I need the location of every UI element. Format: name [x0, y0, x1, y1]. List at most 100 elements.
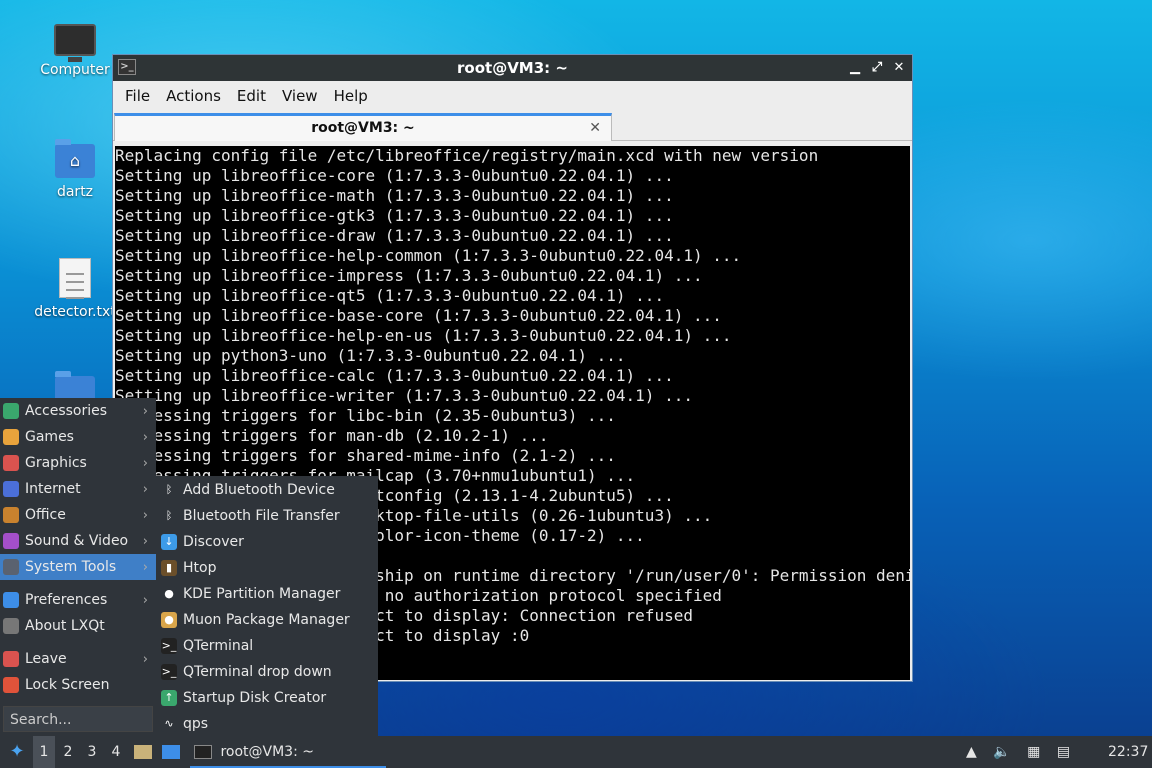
chevron-right-icon: › — [142, 507, 148, 523]
start-menu-item[interactable]: Office › — [0, 502, 156, 528]
tab-label: root@VM3: ~ — [311, 120, 415, 136]
menu-file[interactable]: File — [117, 87, 158, 105]
start-menu-item[interactable]: System Tools › — [0, 554, 156, 580]
start-menu-item[interactable]: Accessories › — [0, 398, 156, 424]
search-input[interactable]: Search... — [3, 706, 153, 732]
workspace-4[interactable]: 4 — [105, 736, 127, 768]
start-menu-item[interactable]: Games › — [0, 424, 156, 450]
tray-up-arrow-icon[interactable]: ▲ — [966, 736, 977, 768]
network-icon[interactable]: ▦ — [1027, 736, 1040, 768]
start-menu-item-label: Internet — [25, 481, 81, 497]
start-menu-item[interactable]: Internet › — [0, 476, 156, 502]
tab-terminal[interactable]: root@VM3: ~ ✕ — [114, 113, 612, 141]
sound-video-icon — [3, 533, 19, 549]
chevron-right-icon: › — [142, 533, 148, 549]
maximize-icon[interactable]: ⤢ — [870, 55, 884, 81]
desktop-icon-detector[interactable]: detector.txt — [30, 258, 120, 320]
close-icon[interactable]: ✕ — [892, 55, 906, 81]
partition-manager-icon: ● — [161, 586, 177, 602]
terminal-line: Setting up libreoffice-math (1:7.3.3-0ub… — [115, 186, 674, 205]
task-label: root@VM3: ~ — [220, 744, 314, 760]
terminal-icon: >_ — [161, 638, 177, 654]
submenu-item[interactable]: ᛒ Add Bluetooth Device — [156, 477, 378, 503]
submenu-item-label: Add Bluetooth Device — [183, 482, 335, 498]
terminal-line: Setting up libreoffice-writer (1:7.3.3-0… — [115, 386, 693, 405]
submenu-item[interactable]: ▮ Htop — [156, 555, 378, 581]
menu-help[interactable]: Help — [326, 87, 376, 105]
terminal-line: Setting up libreoffice-base-core (1:7.3.… — [115, 306, 722, 325]
submenu-item-label: qps — [183, 716, 209, 732]
preferences-icon — [3, 592, 19, 608]
show-desktop-icon[interactable] — [162, 736, 182, 768]
terminal-line: Setting up libreoffice-gtk3 (1:7.3.3-0ub… — [115, 206, 674, 225]
terminal-line: Setting up libreoffice-help-en-us (1:7.3… — [115, 326, 732, 345]
submenu-item-label: QTerminal drop down — [183, 664, 332, 680]
desktop-icon-dartz[interactable]: ⌂ dartz — [30, 139, 120, 200]
terminal-icon: >_ — [161, 664, 177, 680]
workspace-2[interactable]: 2 — [57, 736, 79, 768]
muon-icon: ● — [161, 612, 177, 628]
tab-close-icon[interactable]: ✕ — [589, 116, 601, 140]
start-menu-item[interactable]: Leave › — [0, 646, 156, 672]
menu-actions[interactable]: Actions — [158, 87, 229, 105]
lock-icon — [3, 677, 19, 693]
graphics-icon — [3, 455, 19, 471]
chevron-right-icon: › — [142, 455, 148, 471]
desktop-icon-computer[interactable]: Computer — [30, 24, 120, 78]
workspace-1[interactable]: 1 — [33, 736, 55, 768]
submenu-item[interactable]: >_ QTerminal — [156, 633, 378, 659]
menu-separator — [0, 639, 156, 646]
terminal-line: Replacing config file /etc/libreoffice/r… — [115, 146, 819, 165]
chevron-right-icon: › — [142, 403, 148, 419]
start-menu-item-label: About LXQt — [25, 618, 105, 634]
chevron-right-icon: › — [142, 429, 148, 445]
submenu-item[interactable]: ● KDE Partition Manager — [156, 581, 378, 607]
start-menu-item[interactable]: About LXQt — [0, 613, 156, 639]
internet-icon — [3, 481, 19, 497]
taskbar-task-terminal[interactable]: root@VM3: ~ — [190, 736, 386, 768]
submenu-item[interactable]: ᛒ Bluetooth File Transfer — [156, 503, 378, 529]
home-folder-icon: ⌂ — [55, 139, 95, 178]
start-menu-item[interactable]: Graphics › — [0, 450, 156, 476]
games-icon — [3, 429, 19, 445]
start-menu-item[interactable]: Preferences › — [0, 587, 156, 613]
menu-edit[interactable]: Edit — [229, 87, 274, 105]
minimize-icon[interactable]: ▁ — [848, 55, 862, 81]
clock[interactable]: 22:37 — [1108, 736, 1148, 768]
tab-bar: root@VM3: ~ ✕ — [113, 111, 912, 141]
submenu-item-label: Discover — [183, 534, 244, 550]
volume-icon[interactable]: 🔈 — [993, 736, 1010, 768]
submenu-item[interactable]: >_ QTerminal drop down — [156, 659, 378, 685]
start-menu-item-label: Preferences — [25, 592, 108, 608]
terminal-line: Setting up python3-uno (1:7.3.3-0ubuntu0… — [115, 346, 626, 365]
submenu-item[interactable]: ↓ Discover — [156, 529, 378, 555]
start-menu-button[interactable]: ✦ — [4, 736, 30, 768]
system-tools-icon — [3, 559, 19, 575]
terminal-line: Processing triggers for libc-bin (2.35-0… — [115, 406, 616, 425]
htop-icon: ▮ — [161, 560, 177, 576]
start-menu-item[interactable]: Lock Screen — [0, 672, 156, 698]
submenu-item[interactable]: ↑ Startup Disk Creator — [156, 685, 378, 711]
file-manager-launcher-icon[interactable] — [134, 736, 154, 768]
office-icon — [3, 507, 19, 523]
clipboard-icon[interactable]: ▤ — [1057, 736, 1070, 768]
start-menu-item-label: System Tools — [25, 559, 117, 575]
submenu-item-label: Htop — [183, 560, 217, 576]
power-icon — [3, 651, 19, 667]
submenu-item-label: Bluetooth File Transfer — [183, 508, 340, 524]
menubar: File Actions Edit View Help — [113, 81, 912, 111]
discover-icon: ↓ — [161, 534, 177, 550]
submenu-item-label: QTerminal — [183, 638, 254, 654]
terminal-line: Processing triggers for man-db (2.10.2-1… — [115, 426, 549, 445]
desktop-icon-label: dartz — [56, 184, 94, 200]
terminal-icon — [194, 745, 212, 759]
chevron-right-icon: › — [142, 592, 148, 608]
chevron-right-icon: › — [142, 651, 148, 667]
workspace-3[interactable]: 3 — [81, 736, 103, 768]
window-titlebar[interactable]: >_ root@VM3: ~ ▁ ⤢ ✕ — [113, 55, 912, 81]
start-menu-item[interactable]: Sound & Video › — [0, 528, 156, 554]
taskbar: ✦ 1 2 3 4 root@VM3: ~ ▲ 🔈 ▦ ▤ ✉ 22:37 — [0, 736, 1152, 768]
submenu-item[interactable]: ∿ qps — [156, 711, 378, 737]
menu-view[interactable]: View — [274, 87, 326, 105]
submenu-item[interactable]: ● Muon Package Manager — [156, 607, 378, 633]
